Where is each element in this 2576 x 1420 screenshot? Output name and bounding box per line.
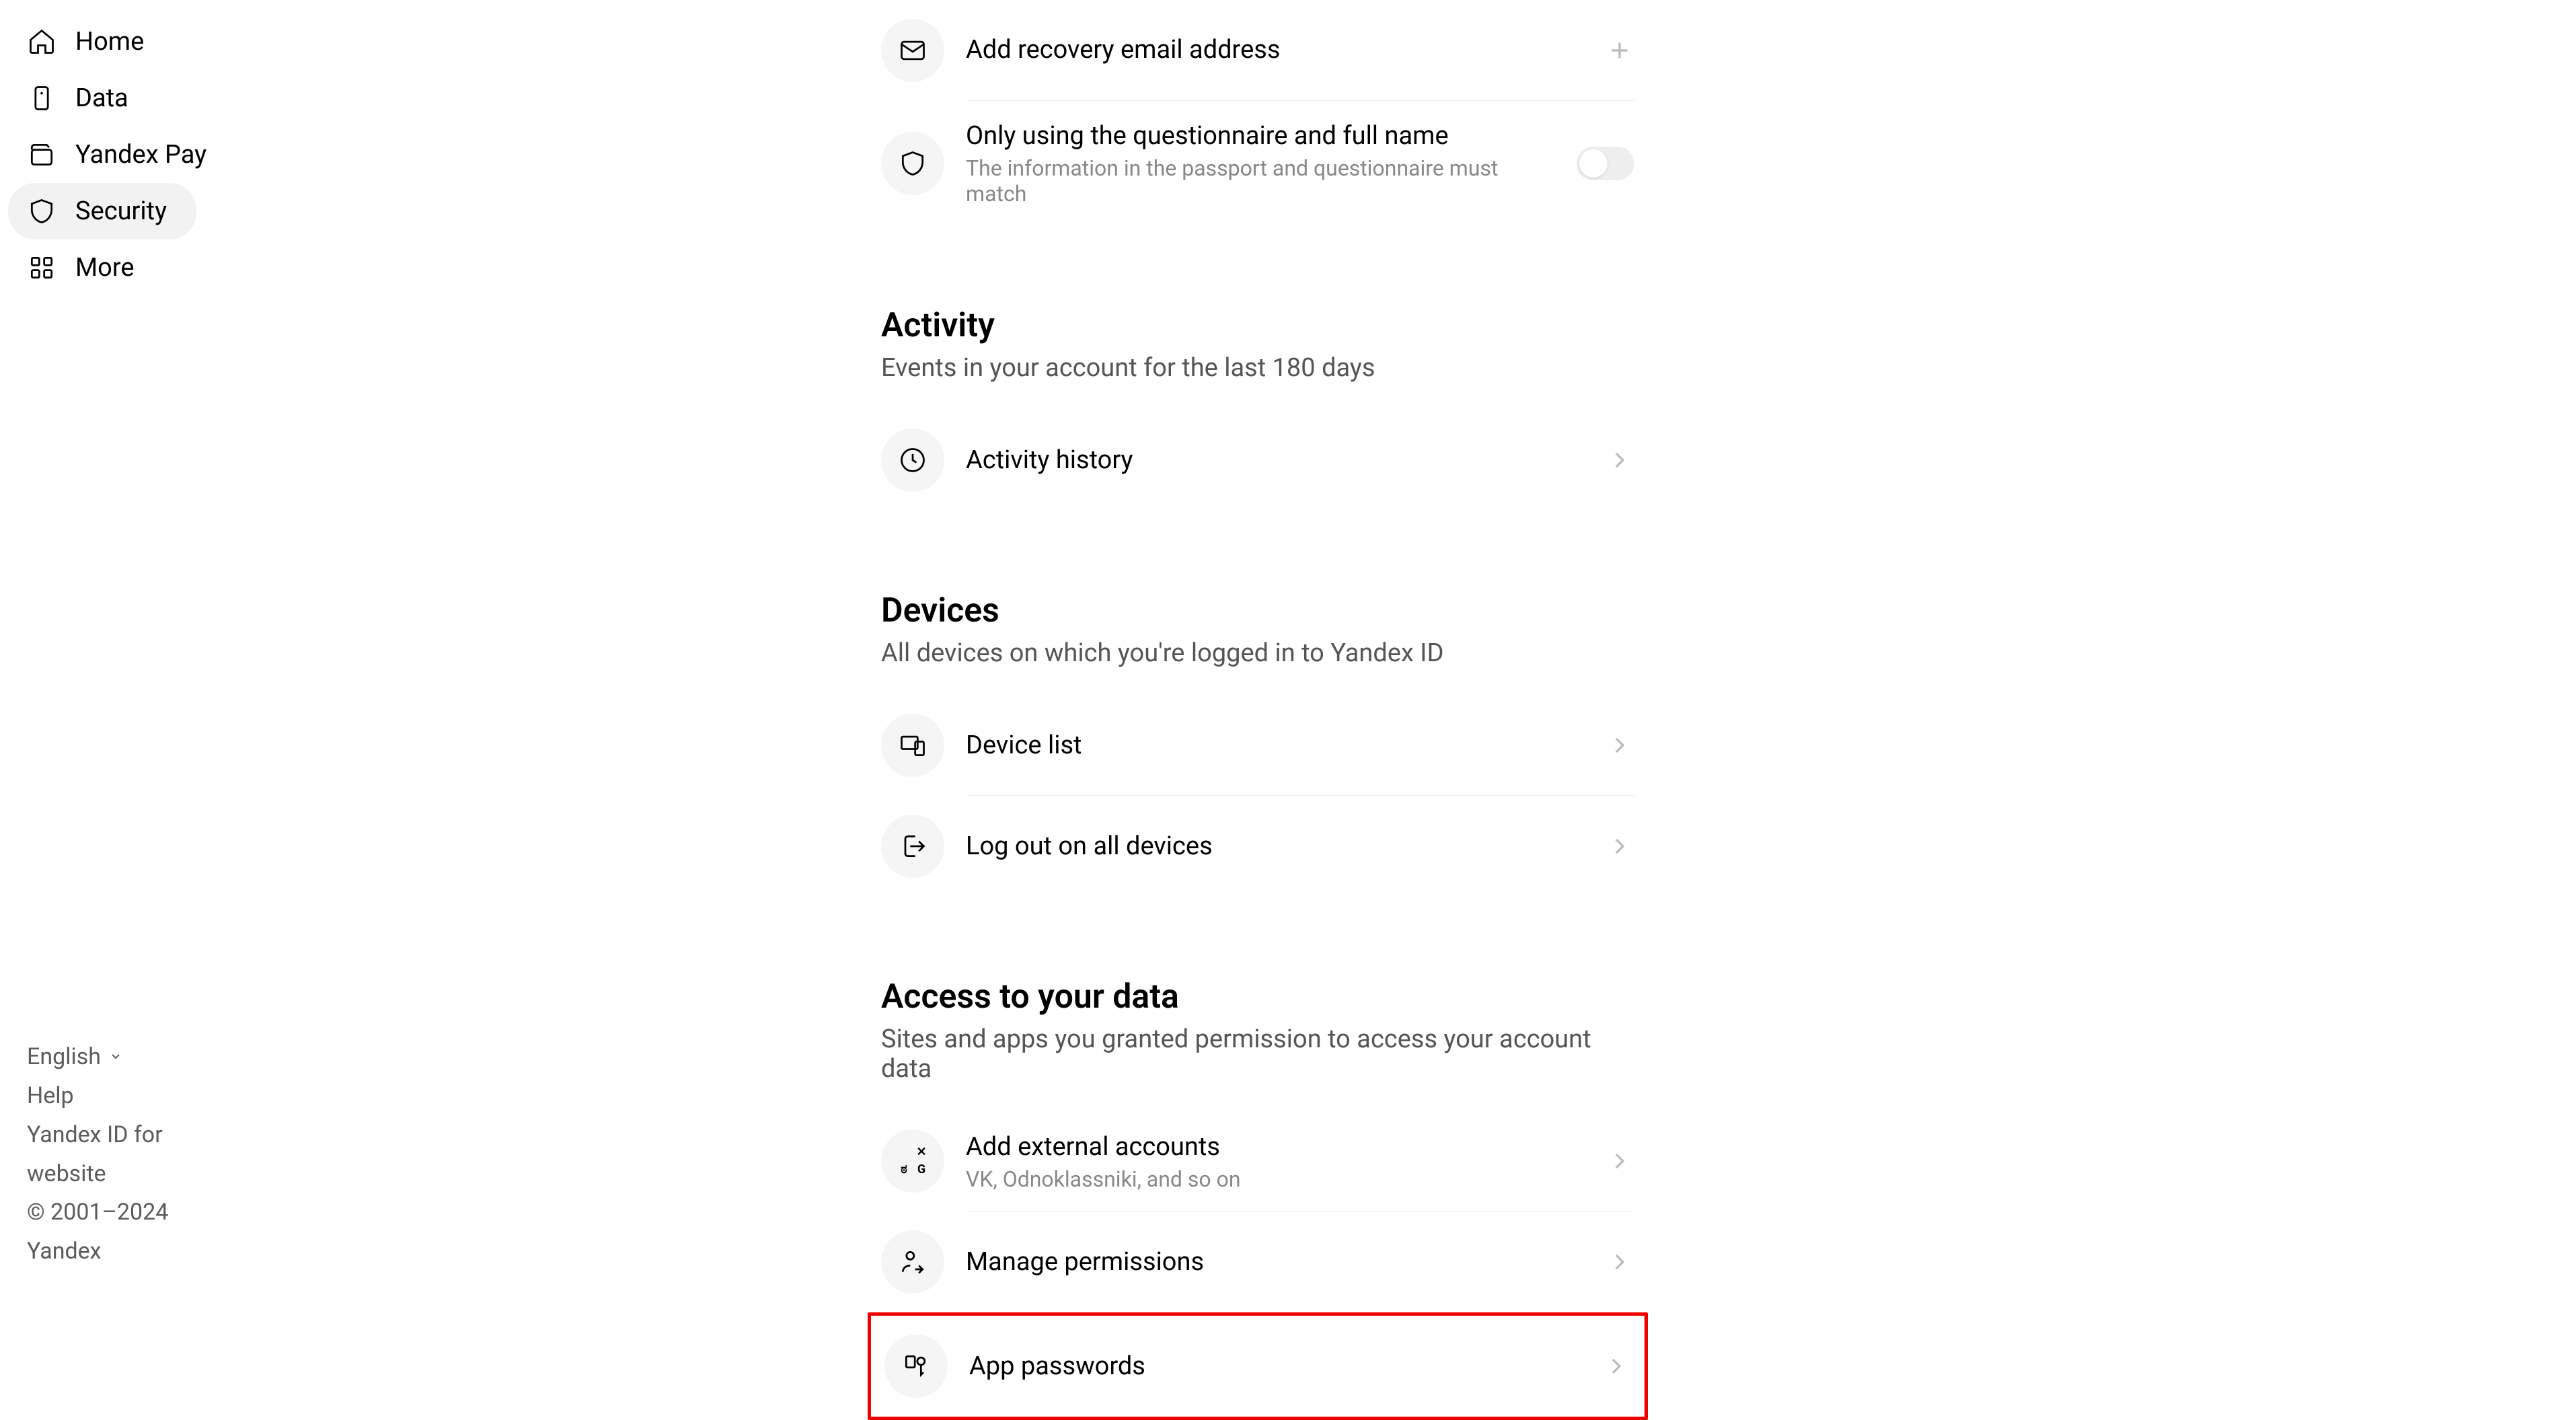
row-title: Add external accounts [966, 1131, 1583, 1164]
row-title: Add recovery email address [966, 34, 1583, 67]
row-content: Activity history [966, 444, 1583, 477]
sidebar-footer: English Help Yandex ID for website © 200… [8, 1038, 234, 1298]
section-heading: Access to your data [881, 977, 1634, 1016]
chevron-right-icon [1605, 445, 1634, 475]
home-icon [27, 27, 56, 57]
grid-icon [27, 253, 56, 283]
section-subheading: Events in your account for the last 180 … [881, 353, 1634, 383]
manage-permissions-row[interactable]: Manage permissions [881, 1211, 1634, 1312]
row-title: Manage permissions [966, 1246, 1583, 1279]
row-subtitle: VK, Odnoklassniki, and so on [966, 1166, 1583, 1192]
row-content: Only using the questionnaire and full na… [966, 120, 1555, 207]
shield-icon [27, 196, 56, 226]
toggle-knob [1579, 149, 1607, 178]
section-heading: Activity [881, 306, 1634, 345]
row-subtitle: The information in the passport and ques… [966, 155, 1555, 207]
sidebar-item-label: Security [75, 196, 167, 226]
sidebar-item-more[interactable]: More [8, 239, 196, 296]
data-icon [27, 83, 56, 113]
language-label: English [27, 1038, 101, 1077]
add-recovery-email-row[interactable]: Add recovery email address [881, 0, 1634, 101]
row-content: App passwords [969, 1350, 1580, 1383]
sidebar-item-security[interactable]: Security [8, 183, 196, 239]
sidebar-item-home[interactable]: Home [8, 13, 196, 70]
section-subheading: Sites and apps you granted permission to… [881, 1024, 1634, 1084]
social-accounts-icon: ✕ಠG [881, 1129, 944, 1193]
row-title: Only using the questionnaire and full na… [966, 120, 1555, 153]
sidebar-item-yandex-pay[interactable]: Yandex Pay [8, 126, 225, 183]
app-passwords-row[interactable]: App passwords [884, 1316, 1631, 1417]
sidebar-item-data[interactable]: Data [8, 70, 196, 126]
sidebar-item-label: Data [75, 83, 128, 113]
questionnaire-toggle[interactable] [1577, 147, 1634, 180]
chevron-right-icon [1605, 731, 1634, 760]
help-link[interactable]: Help [27, 1077, 215, 1116]
wallet-icon [27, 140, 56, 170]
chevron-right-icon [1601, 1351, 1631, 1381]
devices-icon [881, 714, 944, 777]
key-icon [884, 1335, 948, 1398]
chevron-right-icon [1605, 1247, 1634, 1277]
copyright-text: © 2001–2024 Yandex [27, 1193, 215, 1271]
devices-section: Devices All devices on which you're logg… [881, 591, 1634, 897]
row-title: Device list [966, 729, 1583, 762]
section-subheading: All devices on which you're logged in to… [881, 638, 1634, 668]
logout-icon [881, 815, 944, 878]
sidebar-item-label: Yandex Pay [75, 140, 206, 170]
chevron-down-icon [108, 1038, 124, 1077]
row-title: Log out on all devices [966, 830, 1583, 863]
shield-icon [881, 132, 944, 195]
device-list-row[interactable]: Device list [881, 695, 1634, 796]
main-content: Add recovery email address Only using th… [881, 0, 1634, 1420]
plus-icon[interactable] [1605, 36, 1634, 65]
row-content: Log out on all devices [966, 830, 1583, 863]
row-title: App passwords [969, 1350, 1580, 1383]
language-selector[interactable]: English [27, 1038, 215, 1077]
sidebar: Home Data Yandex Pay Security More [0, 0, 242, 1312]
chevron-right-icon [1605, 1146, 1634, 1176]
nav-list: Home Data Yandex Pay Security More [8, 13, 234, 296]
clock-icon [881, 428, 944, 492]
logout-all-row[interactable]: Log out on all devices [881, 796, 1634, 897]
questionnaire-row[interactable]: Only using the questionnaire and full na… [881, 101, 1634, 225]
mail-icon [881, 19, 944, 82]
row-content: Add external accounts VK, Odnoklassniki,… [966, 1131, 1583, 1192]
chevron-right-icon [1605, 831, 1634, 861]
access-section: Access to your data Sites and apps you g… [881, 977, 1634, 1420]
row-content: Manage permissions [966, 1246, 1583, 1279]
row-content: Add recovery email address [966, 34, 1583, 67]
section-heading: Devices [881, 591, 1634, 630]
person-share-icon [881, 1230, 944, 1294]
app-passwords-highlight: App passwords [868, 1312, 1648, 1420]
sidebar-item-label: More [75, 253, 135, 283]
activity-history-row[interactable]: Activity history [881, 410, 1634, 511]
row-content: Device list [966, 729, 1583, 762]
add-external-accounts-row[interactable]: ✕ಠG Add external accounts VK, Odnoklassn… [881, 1111, 1634, 1211]
sidebar-item-label: Home [75, 27, 144, 57]
row-title: Activity history [966, 444, 1583, 477]
yandex-id-website-link[interactable]: Yandex ID for website [27, 1116, 215, 1194]
activity-section: Activity Events in your account for the … [881, 306, 1634, 511]
